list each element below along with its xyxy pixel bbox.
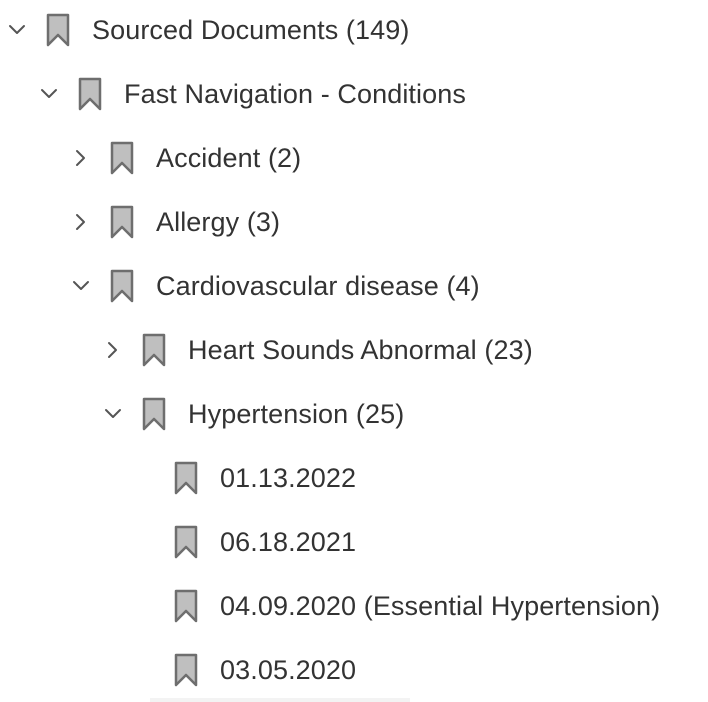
tree-item-label: 06.18.2021 bbox=[220, 527, 357, 557]
bookmark-icon bbox=[72, 76, 108, 112]
tree-item-label: 04.09.2020 (Essential Hypertension) bbox=[220, 591, 661, 621]
bookmark-icon bbox=[168, 460, 204, 496]
scroll-edge bbox=[150, 698, 410, 702]
chevron-right-icon[interactable] bbox=[64, 198, 98, 246]
tree-item[interactable]: Hypertension (25) bbox=[0, 390, 708, 438]
bookmark-icon bbox=[104, 140, 140, 176]
chevron-down-icon[interactable] bbox=[0, 6, 34, 54]
tree-item-label: Cardiovascular disease (4) bbox=[156, 271, 480, 301]
tree-item[interactable]: Accident (2) bbox=[0, 134, 708, 182]
chevron-down-icon[interactable] bbox=[64, 262, 98, 310]
tree-item[interactable]: Fast Navigation - Conditions bbox=[0, 70, 708, 118]
bookmark-icon bbox=[104, 204, 140, 240]
tree-item[interactable]: Cardiovascular disease (4) bbox=[0, 262, 708, 310]
tree-item[interactable]: 04.09.2020 (Essential Hypertension) bbox=[0, 582, 708, 630]
tree-item[interactable]: 03.05.2020 bbox=[0, 646, 708, 694]
bookmark-icon bbox=[136, 396, 172, 432]
tree-item[interactable]: Allergy (3) bbox=[0, 198, 708, 246]
bookmarks-tree: Sourced Documents (149) Fast Navigation -… bbox=[0, 0, 708, 702]
bookmark-icon bbox=[136, 332, 172, 368]
tree-item[interactable]: 01.13.2022 bbox=[0, 454, 708, 502]
tree-item-label: Sourced Documents (149) bbox=[92, 15, 410, 45]
tree-item-label: 01.13.2022 bbox=[220, 463, 357, 493]
chevron-right-icon[interactable] bbox=[96, 326, 130, 374]
tree-item-label: 03.05.2020 bbox=[220, 655, 357, 685]
bookmark-icon bbox=[168, 524, 204, 560]
chevron-right-icon[interactable] bbox=[64, 134, 98, 182]
tree-item-label: Accident (2) bbox=[156, 143, 302, 173]
bookmark-icon bbox=[168, 652, 204, 688]
tree-item-label: Fast Navigation - Conditions bbox=[124, 79, 466, 109]
chevron-down-icon[interactable] bbox=[96, 390, 130, 438]
tree-item[interactable]: Heart Sounds Abnormal (23) bbox=[0, 326, 708, 374]
chevron-down-icon[interactable] bbox=[32, 70, 66, 118]
bookmark-icon bbox=[104, 268, 140, 304]
tree-item-label: Hypertension (25) bbox=[188, 399, 405, 429]
tree-item[interactable]: 06.18.2021 bbox=[0, 518, 708, 566]
tree-item[interactable]: Sourced Documents (149) bbox=[0, 6, 708, 54]
tree-item-label: Heart Sounds Abnormal (23) bbox=[188, 335, 533, 365]
bookmark-icon bbox=[40, 12, 76, 48]
tree-item-label: Allergy (3) bbox=[156, 207, 281, 237]
bookmark-icon bbox=[168, 588, 204, 624]
